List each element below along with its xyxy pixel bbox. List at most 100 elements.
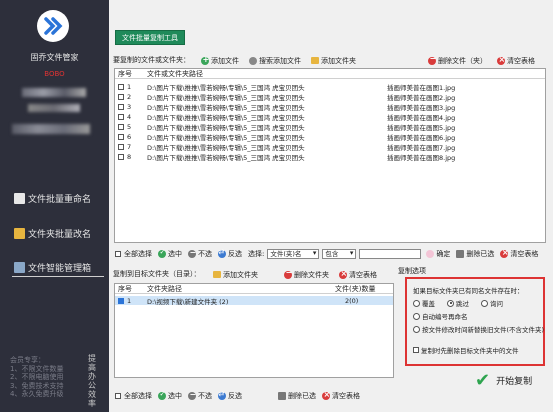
table-row[interactable]: 2 D:\图片下载\推推\雪若婉畅\专辑\5_三国鸿 虎宝贝团头 插画师美普在画图2…: [115, 92, 545, 102]
folder-icon: [311, 57, 319, 64]
col-no: 序号: [118, 69, 132, 78]
target-table: 序号 文件夹路径 文件(夹)数量 1 D:\视频下载\新建文件夹 (2) 2(0…: [114, 283, 394, 378]
folder-icon: [14, 227, 25, 239]
checkmark-icon: ✔: [475, 370, 491, 391]
minus-icon: [428, 54, 436, 65]
source-table-header: 序号 文件或文件夹路径: [115, 69, 545, 79]
start-copy-button[interactable]: ✔ 开始复制: [475, 370, 532, 391]
minus-icon: [188, 248, 196, 258]
source-toolbar: 添加文件 搜索添加文件 添加文件夹: [201, 55, 366, 66]
row-checkbox[interactable]: [118, 153, 124, 160]
target-section-label: 复制到目标文件夹（目录）：: [113, 270, 201, 278]
swap-icon: [218, 248, 226, 258]
logo-icon: [44, 17, 63, 35]
main-area: 文件批量复制工具 要复制的文件或文件夹： 添加文件 搜索添加文件 添加文件夹 删…: [109, 0, 553, 412]
row-checkbox[interactable]: [118, 93, 124, 100]
clear-table-button[interactable]: 清空表格: [497, 55, 535, 66]
col-path: 文件夹路径: [147, 285, 182, 293]
radio-ask[interactable]: 询问: [481, 298, 503, 308]
select-button[interactable]: 选中: [158, 248, 182, 259]
add-target-folder-button[interactable]: 添加文件夹: [213, 270, 258, 280]
row-checkbox[interactable]: [118, 133, 124, 140]
add-folder-button[interactable]: 添加文件夹: [311, 56, 356, 66]
confirm-button[interactable]: 确定: [426, 249, 450, 259]
option-clear-target-first[interactable]: 复制时先删除目标文件夹中的文件: [413, 345, 519, 355]
nav-rename-files[interactable]: 文件批量重命名: [14, 190, 91, 206]
select-button[interactable]: 选中: [158, 390, 182, 401]
deselect-button[interactable]: 不选: [188, 248, 212, 259]
table-row[interactable]: 5 D:\图片下载\推推\雪若婉畅\专辑\5_三国鸿 虎宝贝团头 插画师美普在画图5…: [115, 122, 545, 132]
select-all-checkbox[interactable]: 全部选择: [115, 249, 152, 259]
delete-file-button[interactable]: 删除文件（夹）: [428, 54, 487, 66]
radio-overwrite[interactable]: 覆盖: [413, 298, 435, 308]
target-filter-bar: 全部选择 选中 不选 反选 删除已选 清空表格: [115, 390, 360, 402]
copy-options-title: 复制选项: [398, 267, 426, 275]
promo-line: 1、不限文件数量: [10, 364, 64, 373]
blurred-user-info-2: [28, 104, 80, 112]
source-filter-bar: 全部选择 选中 不选 反选 选择: 文件(夹)名 包含 确定 删除已选 清空表格: [115, 248, 538, 260]
row-checkbox[interactable]: [118, 103, 124, 110]
folder-icon: [213, 271, 221, 278]
search-add-file-button[interactable]: 搜索添加文件: [249, 56, 301, 66]
table-row[interactable]: 7 D:\图片下载\推推\雪若婉畅\专辑\5_三国鸿 虎宝贝团头 插画师美普在画图7…: [115, 142, 545, 152]
app-title: 固乔文件管家: [30, 53, 79, 62]
filter-input[interactable]: [359, 249, 422, 259]
blurred-user-info-3: [12, 124, 90, 134]
match-select[interactable]: 包含: [322, 249, 357, 259]
invert-button[interactable]: 反选: [218, 248, 242, 259]
option-auto-rename[interactable]: 自动编号再命名: [413, 311, 468, 321]
nav-smart-manager[interactable]: 文件智能管理箱: [14, 259, 91, 275]
pink-icon: [426, 250, 435, 258]
target-table-header: 序号 文件夹路径 文件(夹)数量: [115, 284, 393, 294]
field-select[interactable]: 文件(夹)名: [267, 249, 320, 259]
row-checkbox[interactable]: [118, 123, 124, 130]
clear-table-button-2[interactable]: 清空表格: [500, 248, 538, 259]
source-table: 序号 文件或文件夹路径 1 D:\图片下载\推推\雪若婉畅\专辑\5_三国鸿 虎宝…: [114, 68, 546, 243]
clear-table-button[interactable]: 清空表格: [322, 390, 360, 401]
minus-icon: [284, 268, 292, 279]
close-icon: [500, 248, 509, 258]
registration-code: BOBO: [44, 70, 65, 78]
sidebar: 固乔文件管家 BOBO 文件批量重命名 文件夹批量改名 文件智能管理箱 会员专享…: [0, 0, 109, 412]
row-checkbox[interactable]: [118, 297, 124, 304]
check-icon: [158, 390, 166, 400]
table-row[interactable]: 3 D:\图片下载\推推\雪若婉畅\专辑\5_三国鸿 虎宝贝团头 插画师美普在画图3…: [115, 102, 545, 112]
option-replace-newer[interactable]: 按文件修改时间新替换旧文件(不含文件夹): [413, 324, 544, 334]
clear-target-table-button[interactable]: 清空表格: [339, 269, 377, 280]
nav-rename-folders[interactable]: 文件夹批量改名: [14, 225, 91, 241]
choose-label: 选择:: [248, 250, 265, 258]
swap-icon: [218, 390, 226, 400]
delete-folder-button[interactable]: 删除文件夹: [284, 268, 329, 280]
tab-batch-copy[interactable]: 文件批量复制工具: [115, 30, 185, 45]
delete-selected-button[interactable]: 删除已选: [278, 391, 316, 401]
table-row[interactable]: 8 D:\图片下载\推推\雪若婉畅\专辑\5_三国鸿 虎宝贝团头 插画师美普在画图8…: [115, 152, 545, 162]
nav-label: 文件批量重命名: [28, 194, 92, 205]
table-row[interactable]: 1 D:\图片下载\推推\雪若婉畅\专辑\5_三国鸿 虎宝贝团头 插画师美普在画图1…: [115, 82, 545, 92]
select-all-checkbox[interactable]: 全部选择: [115, 391, 152, 401]
add-file-button[interactable]: 添加文件: [201, 55, 239, 66]
promo-line: 4、永久免费升级: [10, 390, 64, 398]
radio-skip[interactable]: 跳过: [447, 298, 469, 308]
source-toolbar-right: 删除文件（夹） 清空表格: [428, 54, 535, 66]
table-row[interactable]: 6 D:\图片下载\推推\雪若婉畅\专辑\5_三国鸿 虎宝贝团头 插画师美普在画图6…: [115, 132, 545, 142]
copy-options-panel: 如果目标文件夹已有同名文件存在时： 覆盖 跳过 询问 自动编号再命名 按文件修改…: [405, 277, 545, 366]
blurred-user-info: [22, 88, 86, 97]
delete-selected-button[interactable]: 删除已选: [456, 249, 494, 259]
table-row[interactable]: 1 D:\视频下载\新建文件夹 (2) 2(0): [115, 296, 393, 306]
row-checkbox[interactable]: [118, 83, 124, 90]
member-promo: 会员专享： 1、不限文件数量 2、不限电脑使用 3、免费技术支持 4、永久免费升…: [10, 356, 63, 399]
nav-label: 文件智能管理箱: [28, 263, 92, 274]
col-path: 文件或文件夹路径: [147, 70, 203, 78]
row-checkbox[interactable]: [118, 113, 124, 120]
close-icon: [339, 269, 347, 279]
app-logo: [37, 10, 69, 42]
target-toolbar: 添加文件夹 删除文件夹 清空表格: [213, 268, 377, 280]
col-no: 序号: [118, 284, 132, 293]
plus-icon: [201, 55, 209, 65]
search-icon: [249, 56, 257, 65]
invert-button[interactable]: 反选: [218, 390, 242, 401]
minus-icon: [188, 390, 196, 400]
deselect-button[interactable]: 不选: [188, 390, 212, 401]
table-row[interactable]: 4 D:\图片下载\推推\雪若婉畅\专辑\5_三国鸿 虎宝贝团头 插画师美普在画图4…: [115, 112, 545, 122]
row-checkbox[interactable]: [118, 143, 124, 150]
